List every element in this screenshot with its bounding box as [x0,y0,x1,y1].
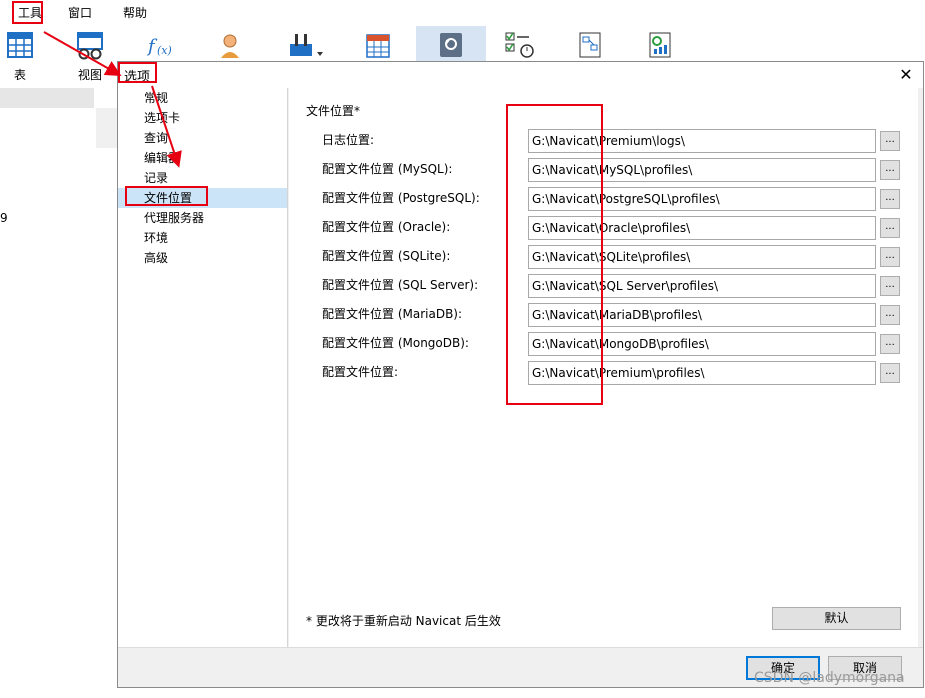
mariadb-profile-browse-button[interactable]: ... [880,305,900,325]
nav-item-editor[interactable]: 编辑器 [118,148,287,168]
watermark: CSDN @ladymorgana [754,670,905,686]
menu-window[interactable]: 窗口 [68,4,92,21]
tools-icon [290,34,323,56]
toolbar-table-button[interactable]: 表 [0,26,50,84]
background-panel-header [0,88,94,108]
close-icon[interactable]: ✕ [895,65,917,85]
section-title: 文件位置* [306,104,361,118]
sqlite-profile-browse-button[interactable]: ... [880,247,900,267]
mysql-profile-browse-button[interactable]: ... [880,160,900,180]
toolbar-view-button[interactable]: 视图 [60,26,120,84]
sqlserver-profile-label: 配置文件位置 (SQL Server): [322,278,479,292]
log-location-browse-button[interactable]: ... [880,131,900,151]
background-panel [0,88,118,698]
log-location-label: 日志位置: [322,133,375,147]
dialog-titlebar[interactable]: 选项 ✕ [118,62,923,88]
menu-bar: 工具 窗口 帮助 [0,0,925,24]
mongodb-profile-label: 配置文件位置 (MongoDB): [322,336,469,350]
checklist-icon [505,32,534,58]
default-button[interactable]: 默认 [772,607,901,630]
options-nav: 常规 选项卡 查询 编辑器 记录 文件位置 代理服务器 环境 高级 [118,88,288,647]
mongodb-profile-browse-button[interactable]: ... [880,334,900,354]
calendar-icon [366,34,390,58]
sqlserver-profile-browse-button[interactable]: ... [880,276,900,296]
oracle-profile-browse-button[interactable]: ... [880,218,900,238]
view-icon [77,32,103,60]
oracle-profile-label: 配置文件位置 (Oracle): [322,220,451,234]
annotation-box-file-location [125,186,208,206]
restart-note: * 更改将于重新启动 Navicat 后生效 [306,614,501,628]
annotation-box-paths [506,104,603,405]
toolbar-table-label: 表 [13,68,26,82]
dialog-edge [918,88,923,647]
mysql-profile-label: 配置文件位置 (MySQL): [322,162,453,176]
model-icon [579,32,601,58]
file-location-panel: 文件位置* 日志位置: ... 配置文件位置 (MySQL): ... 配置文件… [289,88,918,647]
table-icon [7,32,33,58]
annotation-box-options-title [118,62,157,83]
chart-icon [649,32,671,58]
backup-icon [440,33,462,57]
nav-item-advanced[interactable]: 高级 [118,248,287,268]
menu-help[interactable]: 帮助 [123,4,147,21]
postgresql-profile-label: 配置文件位置 (PostgreSQL): [322,191,480,205]
nav-item-environment[interactable]: 环境 [118,228,287,248]
premium-profile-label: 配置文件位置: [322,365,399,379]
nav-item-query[interactable]: 查询 [118,128,287,148]
premium-profile-browse-button[interactable]: ... [880,363,900,383]
nav-item-general[interactable]: 常规 [118,88,287,108]
annotation-box-tools-menu [12,1,43,24]
nav-item-records[interactable]: 记录 [118,168,287,188]
postgresql-profile-browse-button[interactable]: ... [880,189,900,209]
nav-item-tabs[interactable]: 选项卡 [118,108,287,128]
function-icon: f (x) [146,36,172,57]
toolbar-view-label: 视图 [77,68,102,82]
mariadb-profile-label: 配置文件位置 (MariaDB): [322,307,463,321]
user-icon [221,34,239,58]
nav-item-proxy[interactable]: 代理服务器 [118,208,287,228]
background-scroll-area [96,108,118,148]
svg-text:(x): (x) [157,44,172,57]
background-text: 9 [0,211,8,225]
sqlite-profile-label: 配置文件位置 (SQLite): [322,249,451,263]
